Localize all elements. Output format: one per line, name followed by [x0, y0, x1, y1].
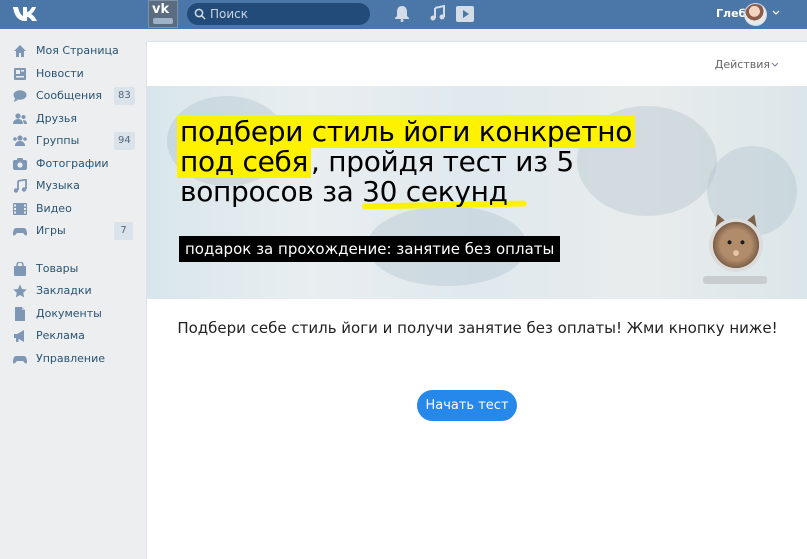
cat-image	[709, 218, 763, 272]
video-play-icon[interactable]	[456, 6, 474, 22]
groups-count-badge: 94	[114, 132, 135, 150]
banner-headline-line3: вопросов за 30 секунд	[180, 175, 508, 208]
sidebar-item-label: Друзья	[36, 111, 78, 125]
sidebar-item-news[interactable]: Новости	[0, 63, 140, 86]
panel-header: Действия	[147, 42, 807, 86]
sidebar-item-label: Сообщения	[36, 89, 103, 102]
games-count-badge: 7	[114, 222, 133, 240]
sidebar-item-groups[interactable]: Группы 94	[0, 130, 140, 153]
sidebar-item-label: Моя Страница	[36, 44, 119, 57]
group-avatar[interactable]: vk	[148, 0, 178, 28]
sidebar-item-label: Видео	[36, 201, 72, 215]
document-icon	[15, 306, 25, 321]
sidebar-item-manage[interactable]: Управление	[0, 348, 140, 371]
sidebar-item-my-page[interactable]: Моя Страница	[0, 40, 140, 63]
cat-caption	[703, 276, 767, 284]
sidebar-item-label: Фотографии	[36, 156, 109, 170]
sidebar-item-label: Документы	[36, 306, 102, 320]
sidebar-item-goods[interactable]: Товары	[0, 258, 140, 281]
messages-icon	[13, 90, 27, 102]
chevron-down-icon[interactable]	[771, 62, 779, 68]
games-icon	[13, 228, 27, 236]
quiz-description: Подбери себе стиль йоги и получи занятие…	[177, 319, 778, 337]
banner-gift-label: подарок за прохождение: занятие без опла…	[179, 236, 561, 262]
sidebar-item-label: Товары	[36, 261, 79, 275]
promo-banner: подбери стиль йоги конкретно под себя, п…	[147, 86, 807, 299]
friends-icon	[13, 112, 27, 124]
home-icon	[14, 45, 26, 57]
gamepad-icon	[13, 355, 27, 363]
video-icon	[13, 202, 27, 215]
megaphone-icon	[14, 330, 24, 342]
user-name[interactable]: Глеб	[716, 7, 746, 20]
photos-icon	[13, 157, 27, 170]
sidebar-item-label: Управление	[36, 351, 106, 365]
group-avatar-text: vk	[152, 2, 170, 17]
main-panel: Действия подбери стиль йоги конкретно по…	[146, 41, 807, 559]
music-note-icon[interactable]	[430, 5, 445, 22]
sidebar-item-friends[interactable]: Друзья	[0, 108, 140, 131]
actions-dropdown[interactable]: Действия	[715, 58, 770, 71]
vk-logo-icon[interactable]	[12, 5, 42, 23]
left-sidebar: Моя Страница Новости Сообщения 83 Друзья…	[0, 40, 140, 370]
music-icon	[13, 179, 27, 193]
sidebar-item-label: Реклама	[36, 329, 85, 342]
sidebar-item-photos[interactable]: Фотографии	[0, 153, 140, 176]
sidebar-item-games[interactable]: Игры 7	[0, 220, 140, 243]
start-test-button[interactable]: Начать тест	[417, 390, 517, 421]
banner-highlight: подбери стиль йоги конкретно	[177, 115, 636, 148]
sidebar-item-video[interactable]: Видео	[0, 198, 140, 221]
top-bar: vk Поиск Глеб	[0, 0, 807, 29]
news-icon	[14, 67, 26, 80]
sidebar-item-bookmarks[interactable]: Закладки	[0, 280, 140, 303]
sidebar-item-music[interactable]: Музыка	[0, 175, 140, 198]
chevron-down-icon[interactable]	[772, 10, 780, 16]
sidebar-item-label: Новости	[36, 66, 84, 80]
search-icon	[194, 8, 206, 20]
sidebar-item-label: Закладки	[36, 284, 92, 297]
sidebar-item-label: Музыка	[36, 179, 80, 192]
bag-icon	[14, 261, 26, 276]
search-placeholder: Поиск	[210, 7, 249, 21]
banner-headline-line2: под себя, пройдя тест из 5	[177, 145, 574, 178]
banner-text: , пройдя тест из 5	[311, 145, 574, 178]
search-input[interactable]: Поиск	[187, 3, 370, 25]
banner-highlight: под себя	[177, 145, 312, 178]
messages-count-badge: 83	[114, 87, 135, 105]
sidebar-item-messages[interactable]: Сообщения 83	[0, 85, 140, 108]
sidebar-item-documents[interactable]: Документы	[0, 303, 140, 326]
bell-icon[interactable]	[395, 5, 409, 22]
group-avatar-sub	[153, 18, 173, 24]
sidebar-item-label: Группы	[36, 134, 80, 147]
sidebar-separator	[0, 243, 140, 258]
groups-icon	[13, 135, 27, 146]
banner-headline-line1: подбери стиль йоги конкретно	[177, 115, 636, 148]
sidebar-item-ads[interactable]: Реклама	[0, 325, 140, 348]
sidebar-item-label: Игры	[36, 224, 66, 237]
user-avatar[interactable]	[744, 3, 767, 26]
star-icon	[13, 284, 27, 298]
